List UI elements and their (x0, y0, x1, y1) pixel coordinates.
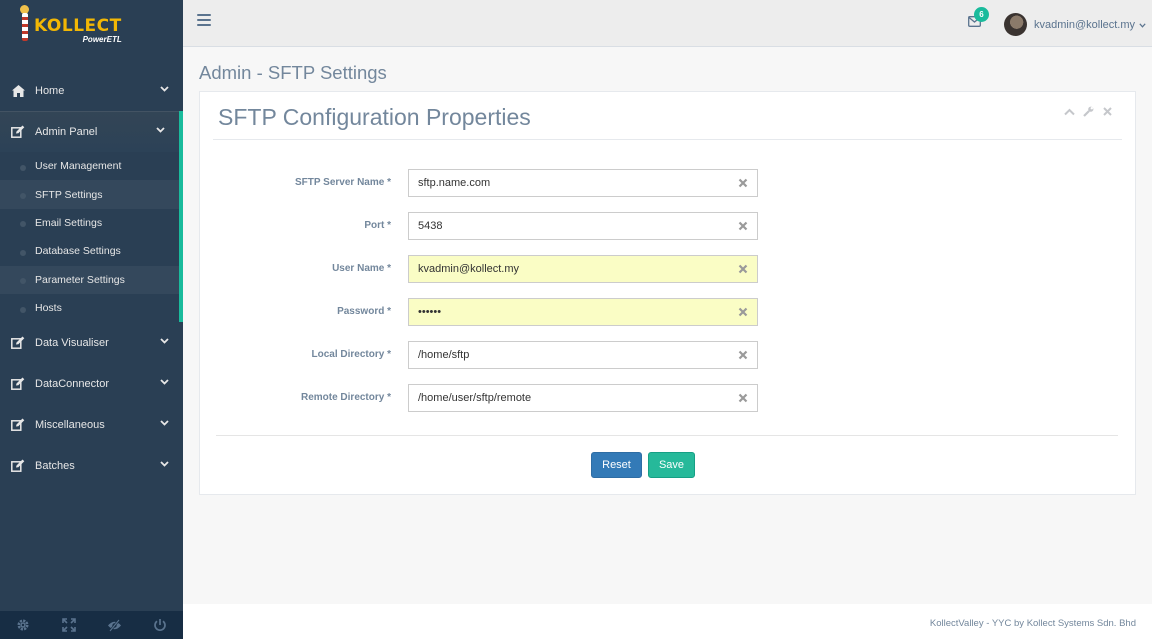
menu-toggle-icon[interactable] (197, 14, 211, 28)
power-icon[interactable] (149, 616, 171, 634)
save-button[interactable]: Save (648, 452, 695, 478)
user-name: kvadmin@kollect.my (1034, 18, 1136, 31)
chevron-down-icon (160, 417, 169, 429)
subitem-label: Database Settings (35, 245, 121, 258)
sidebar-item-label: DataConnector (35, 377, 109, 390)
subitem-label: SFTP Settings (35, 188, 103, 201)
sidebar-item-admin-panel[interactable]: Admin Panel (0, 111, 183, 152)
sidebar-nav: Home Admin Panel User Management SFTP Se… (0, 70, 183, 486)
sidebar-item-label: Home (35, 84, 65, 97)
sidebar-subitem-database-settings[interactable]: Database Settings (0, 237, 179, 265)
home-icon (11, 84, 25, 98)
local-directory-input[interactable] (409, 342, 729, 368)
remote-directory-label: Remote Directory * (300, 392, 391, 403)
server-name-input[interactable] (409, 170, 729, 196)
form-row-remote-directory: Remote Directory * (200, 384, 1135, 412)
remote-directory-input[interactable] (409, 385, 729, 411)
bullet-icon (20, 164, 26, 171)
edit-icon (11, 377, 25, 391)
clear-icon[interactable] (738, 350, 749, 361)
brand-subtitle: PowerETL (82, 35, 122, 44)
divider (213, 139, 1122, 140)
sidebar-item-miscellaneous[interactable]: Miscellaneous (0, 404, 183, 445)
eye-slash-icon[interactable] (103, 616, 125, 634)
sftp-config-panel: SFTP Configuration Properties SFTP Serve… (199, 91, 1136, 495)
chevron-down-icon (160, 376, 169, 388)
sidebar-subitem-user-management[interactable]: User Management (0, 152, 179, 180)
chevron-down-icon (160, 335, 169, 347)
top-navbar: 6 kvadmin@kollect.my (183, 0, 1152, 47)
form-row-user-name: User Name * (200, 255, 1135, 283)
user-name-label: User Name * (332, 263, 391, 274)
sidebar-item-label: Admin Panel (35, 125, 98, 138)
bullet-icon (20, 221, 26, 228)
port-input[interactable] (409, 213, 729, 239)
local-directory-label: Local Directory * (311, 349, 391, 360)
wrench-icon[interactable] (1083, 106, 1094, 117)
edit-icon (11, 336, 25, 350)
brand-title: KOLLECT (34, 16, 122, 36)
subitem-label: Hosts (35, 302, 62, 315)
page-footer: KollectValley - YYC by Kollect Systems S… (183, 604, 1152, 639)
sidebar-item-dataconnector[interactable]: DataConnector (0, 363, 183, 404)
sidebar-footer (0, 611, 183, 639)
password-input[interactable] (409, 299, 729, 325)
chevron-down-icon (160, 83, 169, 95)
avatar (1004, 13, 1027, 36)
sidebar-subitem-parameter-settings[interactable]: Parameter Settings (0, 265, 179, 294)
panel-title: SFTP Configuration Properties (218, 104, 531, 130)
form-row-port: Port * (200, 212, 1135, 240)
sidebar-subitem-email-settings[interactable]: Email Settings (0, 209, 179, 237)
form-row-local-directory: Local Directory * (200, 341, 1135, 369)
clear-icon[interactable] (738, 307, 749, 318)
sidebar-subitem-sftp-settings[interactable]: SFTP Settings (0, 180, 179, 209)
user-profile-menu[interactable]: kvadmin@kollect.my (1004, 13, 1146, 36)
edit-icon (11, 459, 25, 473)
close-icon[interactable] (1102, 106, 1113, 117)
subitem-label: Email Settings (35, 216, 103, 229)
sidebar-item-home[interactable]: Home (0, 70, 183, 111)
panel-toolbox (1064, 106, 1113, 117)
clear-icon[interactable] (738, 393, 749, 404)
reset-button[interactable]: Reset (591, 452, 642, 478)
clear-icon[interactable] (738, 221, 749, 232)
sidebar-item-label: Data Visualiser (35, 336, 109, 349)
sidebar: KOLLECT PowerETL Home Admin Panel User M… (0, 0, 183, 639)
divider (216, 435, 1118, 436)
bullet-icon (20, 306, 26, 313)
subitem-label: Parameter Settings (35, 273, 125, 286)
sidebar-subitem-hosts[interactable]: Hosts (0, 294, 179, 322)
edit-icon (11, 125, 25, 139)
password-label: Password * (337, 306, 391, 317)
port-label: Port * (364, 220, 391, 231)
fullscreen-icon[interactable] (58, 616, 80, 634)
brand-logo[interactable]: KOLLECT PowerETL (0, 0, 183, 60)
chevron-down-icon (160, 458, 169, 470)
logo-icon (16, 5, 32, 41)
clear-icon[interactable] (738, 178, 749, 189)
form-row-password: Password * (200, 298, 1135, 326)
footer-text: KollectValley - YYC by Kollect Systems S… (929, 618, 1136, 629)
server-name-label: SFTP Server Name * (295, 177, 391, 188)
subitem-label: User Management (35, 160, 122, 173)
sidebar-item-batches[interactable]: Batches (0, 445, 183, 486)
form-row-server-name: SFTP Server Name * (200, 169, 1135, 197)
settings-icon[interactable] (12, 616, 34, 634)
bullet-icon (20, 193, 26, 200)
page-title: Admin - SFTP Settings (199, 62, 387, 83)
bullet-icon (20, 249, 26, 256)
clear-icon[interactable] (738, 264, 749, 275)
edit-icon (11, 418, 25, 432)
sidebar-item-label: Miscellaneous (35, 418, 105, 431)
admin-submenu: User Management SFTP Settings Email Sett… (0, 152, 183, 323)
sidebar-item-data-visualiser[interactable]: Data Visualiser (0, 322, 183, 363)
notification-badge[interactable]: 6 (974, 7, 989, 22)
chevron-up-icon[interactable] (1064, 106, 1075, 117)
user-name-input[interactable] (409, 256, 729, 282)
sidebar-item-label: Batches (35, 459, 75, 472)
chevron-down-icon (1139, 19, 1146, 31)
chevron-down-icon (156, 124, 165, 136)
bullet-icon (20, 278, 26, 285)
